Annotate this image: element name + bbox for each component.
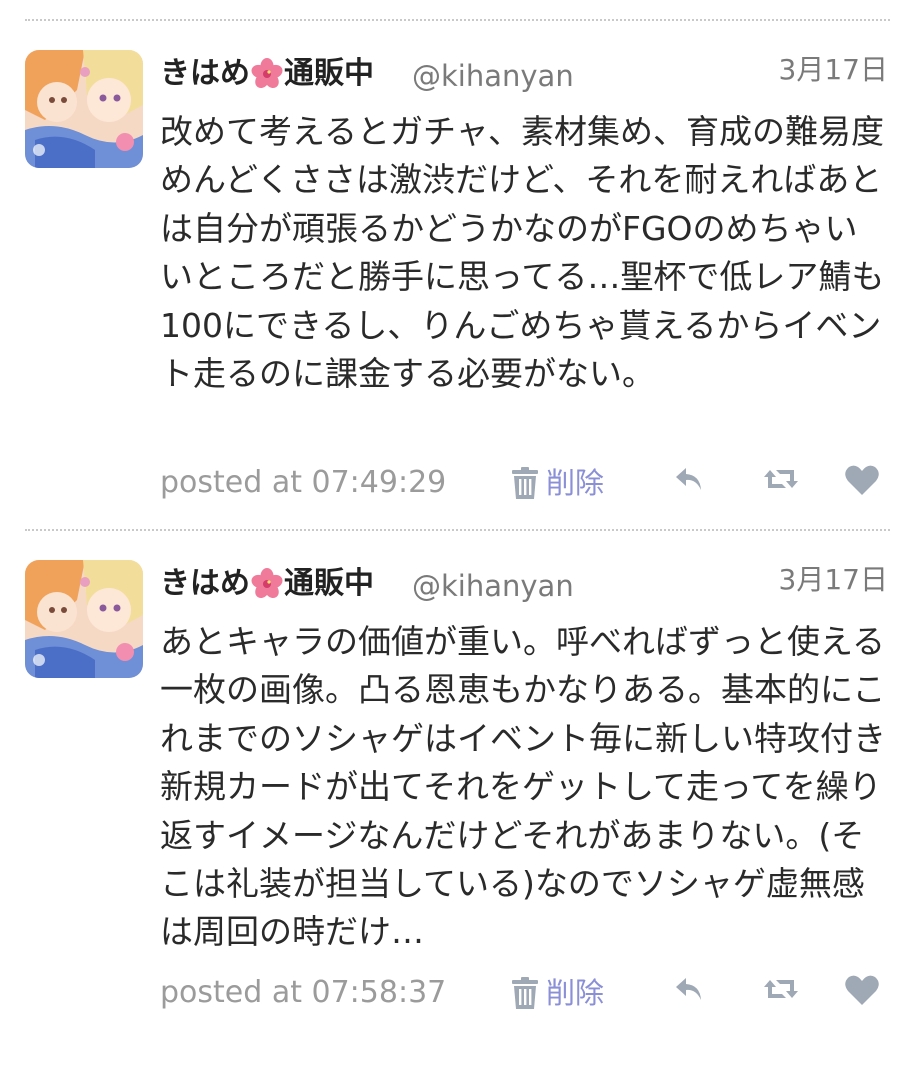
tweet-text: 改めて考えるとガチャ、素材集め、育成の難易度めんどくささは激渋だけど、それを耐え… xyxy=(160,112,885,394)
display-name-text: 通販中 xyxy=(284,566,374,601)
divider xyxy=(25,529,890,531)
reply-icon[interactable] xyxy=(674,464,704,494)
hibiscus-flower-icon xyxy=(251,58,283,88)
reply-icon[interactable] xyxy=(674,974,704,1004)
hibiscus-flower-icon xyxy=(251,568,283,598)
avatar[interactable] xyxy=(25,50,143,168)
tweet-date[interactable]: 3月17日 xyxy=(779,560,888,600)
tweet-header: きはめ 通販中 @kihanyan 3月17日 xyxy=(160,563,890,608)
delete-label: 削除 xyxy=(546,466,605,500)
tweet-timeline: きはめ 通販中 @kihanyan 3月17日 改めて考えるとガチャ、素材集め、… xyxy=(0,0,916,1024)
retweet-icon[interactable] xyxy=(762,974,800,1004)
avatar-illustration xyxy=(25,560,143,678)
delete-button[interactable]: 削除 xyxy=(510,462,604,504)
avatar-illustration xyxy=(25,50,143,168)
screen-name[interactable]: @kihanyan xyxy=(412,566,574,606)
delete-button[interactable]: 削除 xyxy=(510,972,604,1014)
trash-icon xyxy=(512,977,538,1009)
screen-name[interactable]: @kihanyan xyxy=(412,56,574,96)
trash-icon xyxy=(512,467,538,499)
posted-timestamp: posted at 07:49:29 xyxy=(160,465,447,500)
heart-icon[interactable] xyxy=(844,974,880,1006)
tweet-text: あとキャラの価値が重い。呼べればずっと使える一枚の画像。凸る恩恵もかなりある。基… xyxy=(160,622,886,952)
tweet-item[interactable]: きはめ 通販中 @kihanyan 3月17日 改めて考えるとガチャ、素材集め、… xyxy=(0,50,916,560)
display-name-text: 通販中 xyxy=(284,56,374,91)
display-name[interactable]: きはめ 通販中 xyxy=(160,54,374,94)
display-name-text: きはめ xyxy=(160,56,250,91)
heart-icon[interactable] xyxy=(844,464,880,496)
tweet-item[interactable]: きはめ 通販中 @kihanyan 3月17日 あとキャラの価値が重い。呼べれば… xyxy=(0,560,916,1070)
tweet-date[interactable]: 3月17日 xyxy=(779,50,888,90)
display-name-text: きはめ xyxy=(160,566,250,601)
tweet-footer: posted at 07:58:37 削除 xyxy=(160,972,890,1016)
display-name[interactable]: きはめ 通販中 xyxy=(160,564,374,604)
avatar[interactable] xyxy=(25,560,143,678)
tweet-footer: posted at 07:49:29 削除 xyxy=(160,462,890,506)
delete-label: 削除 xyxy=(546,976,605,1010)
posted-timestamp: posted at 07:58:37 xyxy=(160,975,447,1010)
retweet-icon[interactable] xyxy=(762,464,800,494)
tweet-header: きはめ 通販中 @kihanyan 3月17日 xyxy=(160,53,890,98)
divider xyxy=(25,19,890,21)
